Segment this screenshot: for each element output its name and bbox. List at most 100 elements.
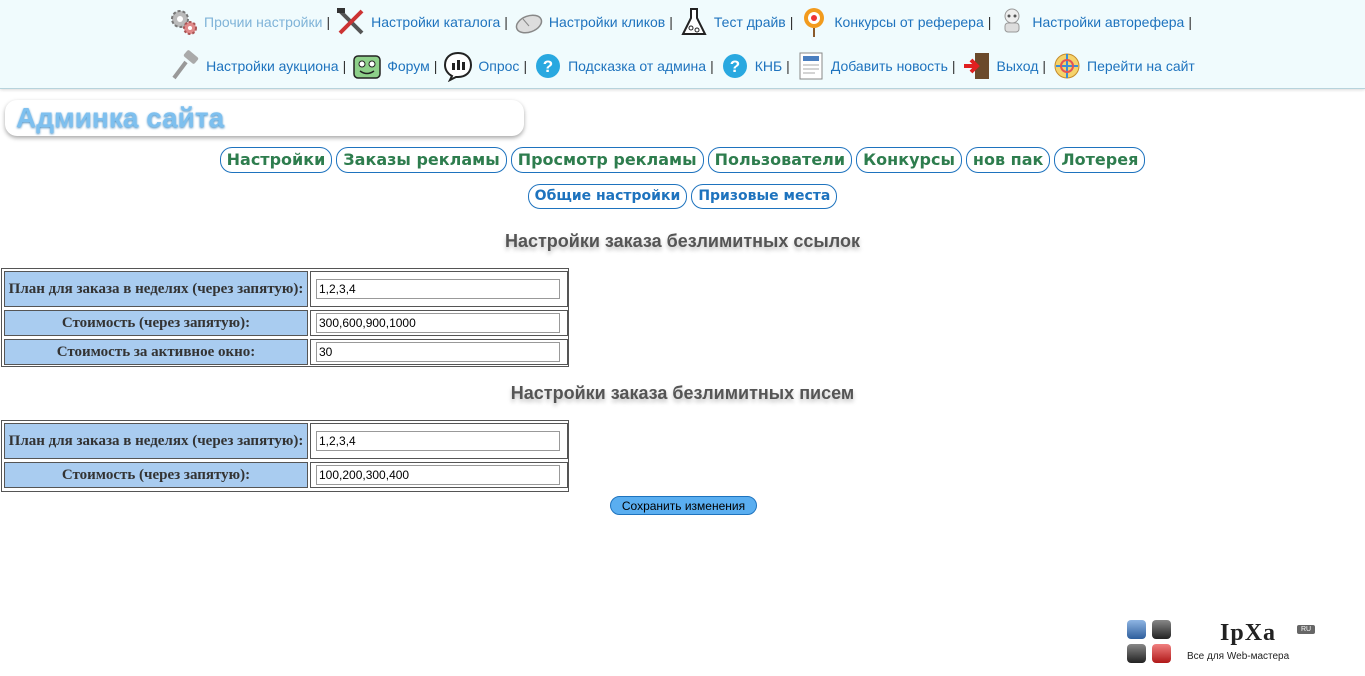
tab-prize-places[interactable]: Призовые места <box>691 184 838 209</box>
save-changes-button[interactable]: Сохранить изменения <box>610 496 757 515</box>
logo-square-icon <box>1127 644 1146 663</box>
nav-label: Настройки аукциона <box>206 58 339 74</box>
nav-knb[interactable]: ? КНБ <box>719 50 782 82</box>
nav-separator: | <box>951 58 956 74</box>
top-nav-bar: Прочии настройки | Настройки каталога | … <box>0 0 1365 89</box>
field-cell <box>310 271 568 307</box>
tab-lottery[interactable]: Лотерея <box>1054 147 1146 173</box>
site-icon <box>1051 50 1083 82</box>
links-section-heading: Настройки заказа безлимитных ссылок <box>504 231 861 251</box>
table-row: План для заказа в неделях (через запятую… <box>4 271 568 307</box>
nav-label: Настройки кликов <box>548 14 666 30</box>
field-cell <box>310 310 568 336</box>
help-icon: ? <box>719 50 751 82</box>
gears-icon <box>168 6 200 38</box>
gavel-icon <box>170 50 202 82</box>
flask-icon <box>678 6 710 38</box>
field-cell <box>310 339 568 365</box>
links-plan-weeks-input[interactable] <box>316 279 560 299</box>
links-active-window-cost-input[interactable] <box>316 342 560 362</box>
nav-forum[interactable]: Форум <box>351 50 430 82</box>
logo-square-icon <box>1127 620 1146 639</box>
nav-separator: | <box>342 58 347 74</box>
links-cost-input[interactable] <box>316 313 560 333</box>
nav-separator: | <box>1042 58 1047 74</box>
sub-tabs: Общие настройки Призовые места <box>0 184 1365 209</box>
nav-separator: | <box>326 14 331 30</box>
tab-general-settings[interactable]: Общие настройки <box>527 184 688 209</box>
nav-separator: | <box>786 58 790 74</box>
mail-cost-input[interactable] <box>316 465 560 485</box>
main-tabs: Настройки Заказы рекламы Просмотр реклам… <box>0 147 1365 173</box>
logo-badge: RU <box>1297 625 1316 634</box>
field-label: План для заказа в неделях (через запятую… <box>4 423 308 459</box>
target-icon <box>798 6 830 38</box>
tab-settings[interactable]: Настройки <box>219 147 333 173</box>
nav-referrer-contests[interactable]: Конкурсы от реферера <box>798 6 984 38</box>
nav-separator: | <box>987 14 992 30</box>
nav-label: Форум <box>387 58 430 74</box>
tab-users[interactable]: Пользователи <box>707 147 853 173</box>
nav-separator: | <box>433 58 438 74</box>
field-label: Стоимость за активное окно: <box>4 339 308 365</box>
nav-label: Выход <box>996 58 1039 74</box>
nav-add-news[interactable]: Добавить новость <box>795 50 948 82</box>
nav-go-to-site[interactable]: Перейти на сайт <box>1051 50 1195 82</box>
logo-text: IpXa <box>1220 620 1277 646</box>
mouse-icon <box>513 6 545 38</box>
page-title: Админка сайта <box>16 102 225 133</box>
nav-logout[interactable]: Выход <box>961 50 1039 82</box>
field-cell <box>310 462 568 488</box>
table-row: Стоимость (через запятую): <box>4 462 568 488</box>
tab-new-pack[interactable]: нов пак <box>965 147 1051 173</box>
nav-auction-settings[interactable]: Настройки аукциона <box>170 50 339 82</box>
forum-icon <box>351 50 383 82</box>
nav-row-1: Прочии настройки | Настройки каталога | … <box>0 5 1365 39</box>
robot-icon <box>996 6 1028 38</box>
ipxa-logo[interactable]: IpXa RU Все для Web-мастера <box>1127 620 1327 666</box>
help-icon: ? <box>532 50 564 82</box>
svg-text:?: ? <box>730 57 740 76</box>
nav-catalog-settings[interactable]: Настройки каталога <box>335 6 500 38</box>
nav-label: Добавить новость <box>830 58 948 74</box>
logo-tagline: Все для Web-мастера <box>1187 651 1290 662</box>
nav-label: Конкурсы от реферера <box>834 14 984 30</box>
mail-plan-weeks-input[interactable] <box>316 431 560 451</box>
logo-square-icon <box>1152 620 1171 639</box>
field-cell <box>310 423 568 459</box>
nav-row-2: Настройки аукциона | Форум | Опрос | ? П… <box>0 49 1365 83</box>
nav-separator: | <box>523 58 528 74</box>
field-label: План для заказа в неделях (через запятую… <box>4 271 308 307</box>
nav-poll[interactable]: Опрос <box>442 50 519 83</box>
exit-icon <box>961 50 993 82</box>
nav-separator: | <box>669 14 673 30</box>
nav-admin-hint[interactable]: ? Подсказка от админа <box>532 50 706 82</box>
mail-settings-table: План для заказа в неделях (через запятую… <box>1 420 569 492</box>
mail-section-heading: Настройки заказа безлимитных писем <box>510 383 855 403</box>
table-row: План для заказа в неделях (через запятую… <box>4 423 568 459</box>
table-row: Стоимость (через запятую): <box>4 310 568 336</box>
nav-other-settings[interactable]: Прочии настройки <box>168 6 322 38</box>
svg-text:?: ? <box>543 57 553 76</box>
nav-separator: | <box>710 58 714 74</box>
table-row: Стоимость за активное окно: <box>4 339 568 365</box>
tab-ad-orders[interactable]: Заказы рекламы <box>336 147 507 173</box>
nav-label: Подсказка от админа <box>568 58 707 74</box>
nav-separator: | <box>504 14 508 30</box>
links-settings-table: План для заказа в неделях (через запятую… <box>1 268 569 367</box>
nav-autoref-settings[interactable]: Настройки автореферa <box>996 6 1184 38</box>
field-label: Стоимость (через запятую): <box>4 462 308 488</box>
tab-ad-view[interactable]: Просмотр рекламы <box>510 147 704 173</box>
nav-separator: | <box>1188 14 1192 30</box>
field-label: Стоимость (через запятую): <box>4 310 308 336</box>
nav-test-drive[interactable]: Тест драйв <box>678 6 786 38</box>
news-icon <box>795 50 827 82</box>
nav-label: КНБ <box>754 58 783 74</box>
tab-contests[interactable]: Конкурсы <box>856 147 962 173</box>
tools-icon <box>335 6 367 38</box>
nav-clicks-settings[interactable]: Настройки кликов <box>513 6 665 38</box>
page-title-box: Админка сайта <box>5 100 524 136</box>
nav-separator: | <box>789 14 794 30</box>
nav-label: Перейти на сайт <box>1087 58 1195 74</box>
nav-label: Тест драйв <box>713 14 786 30</box>
